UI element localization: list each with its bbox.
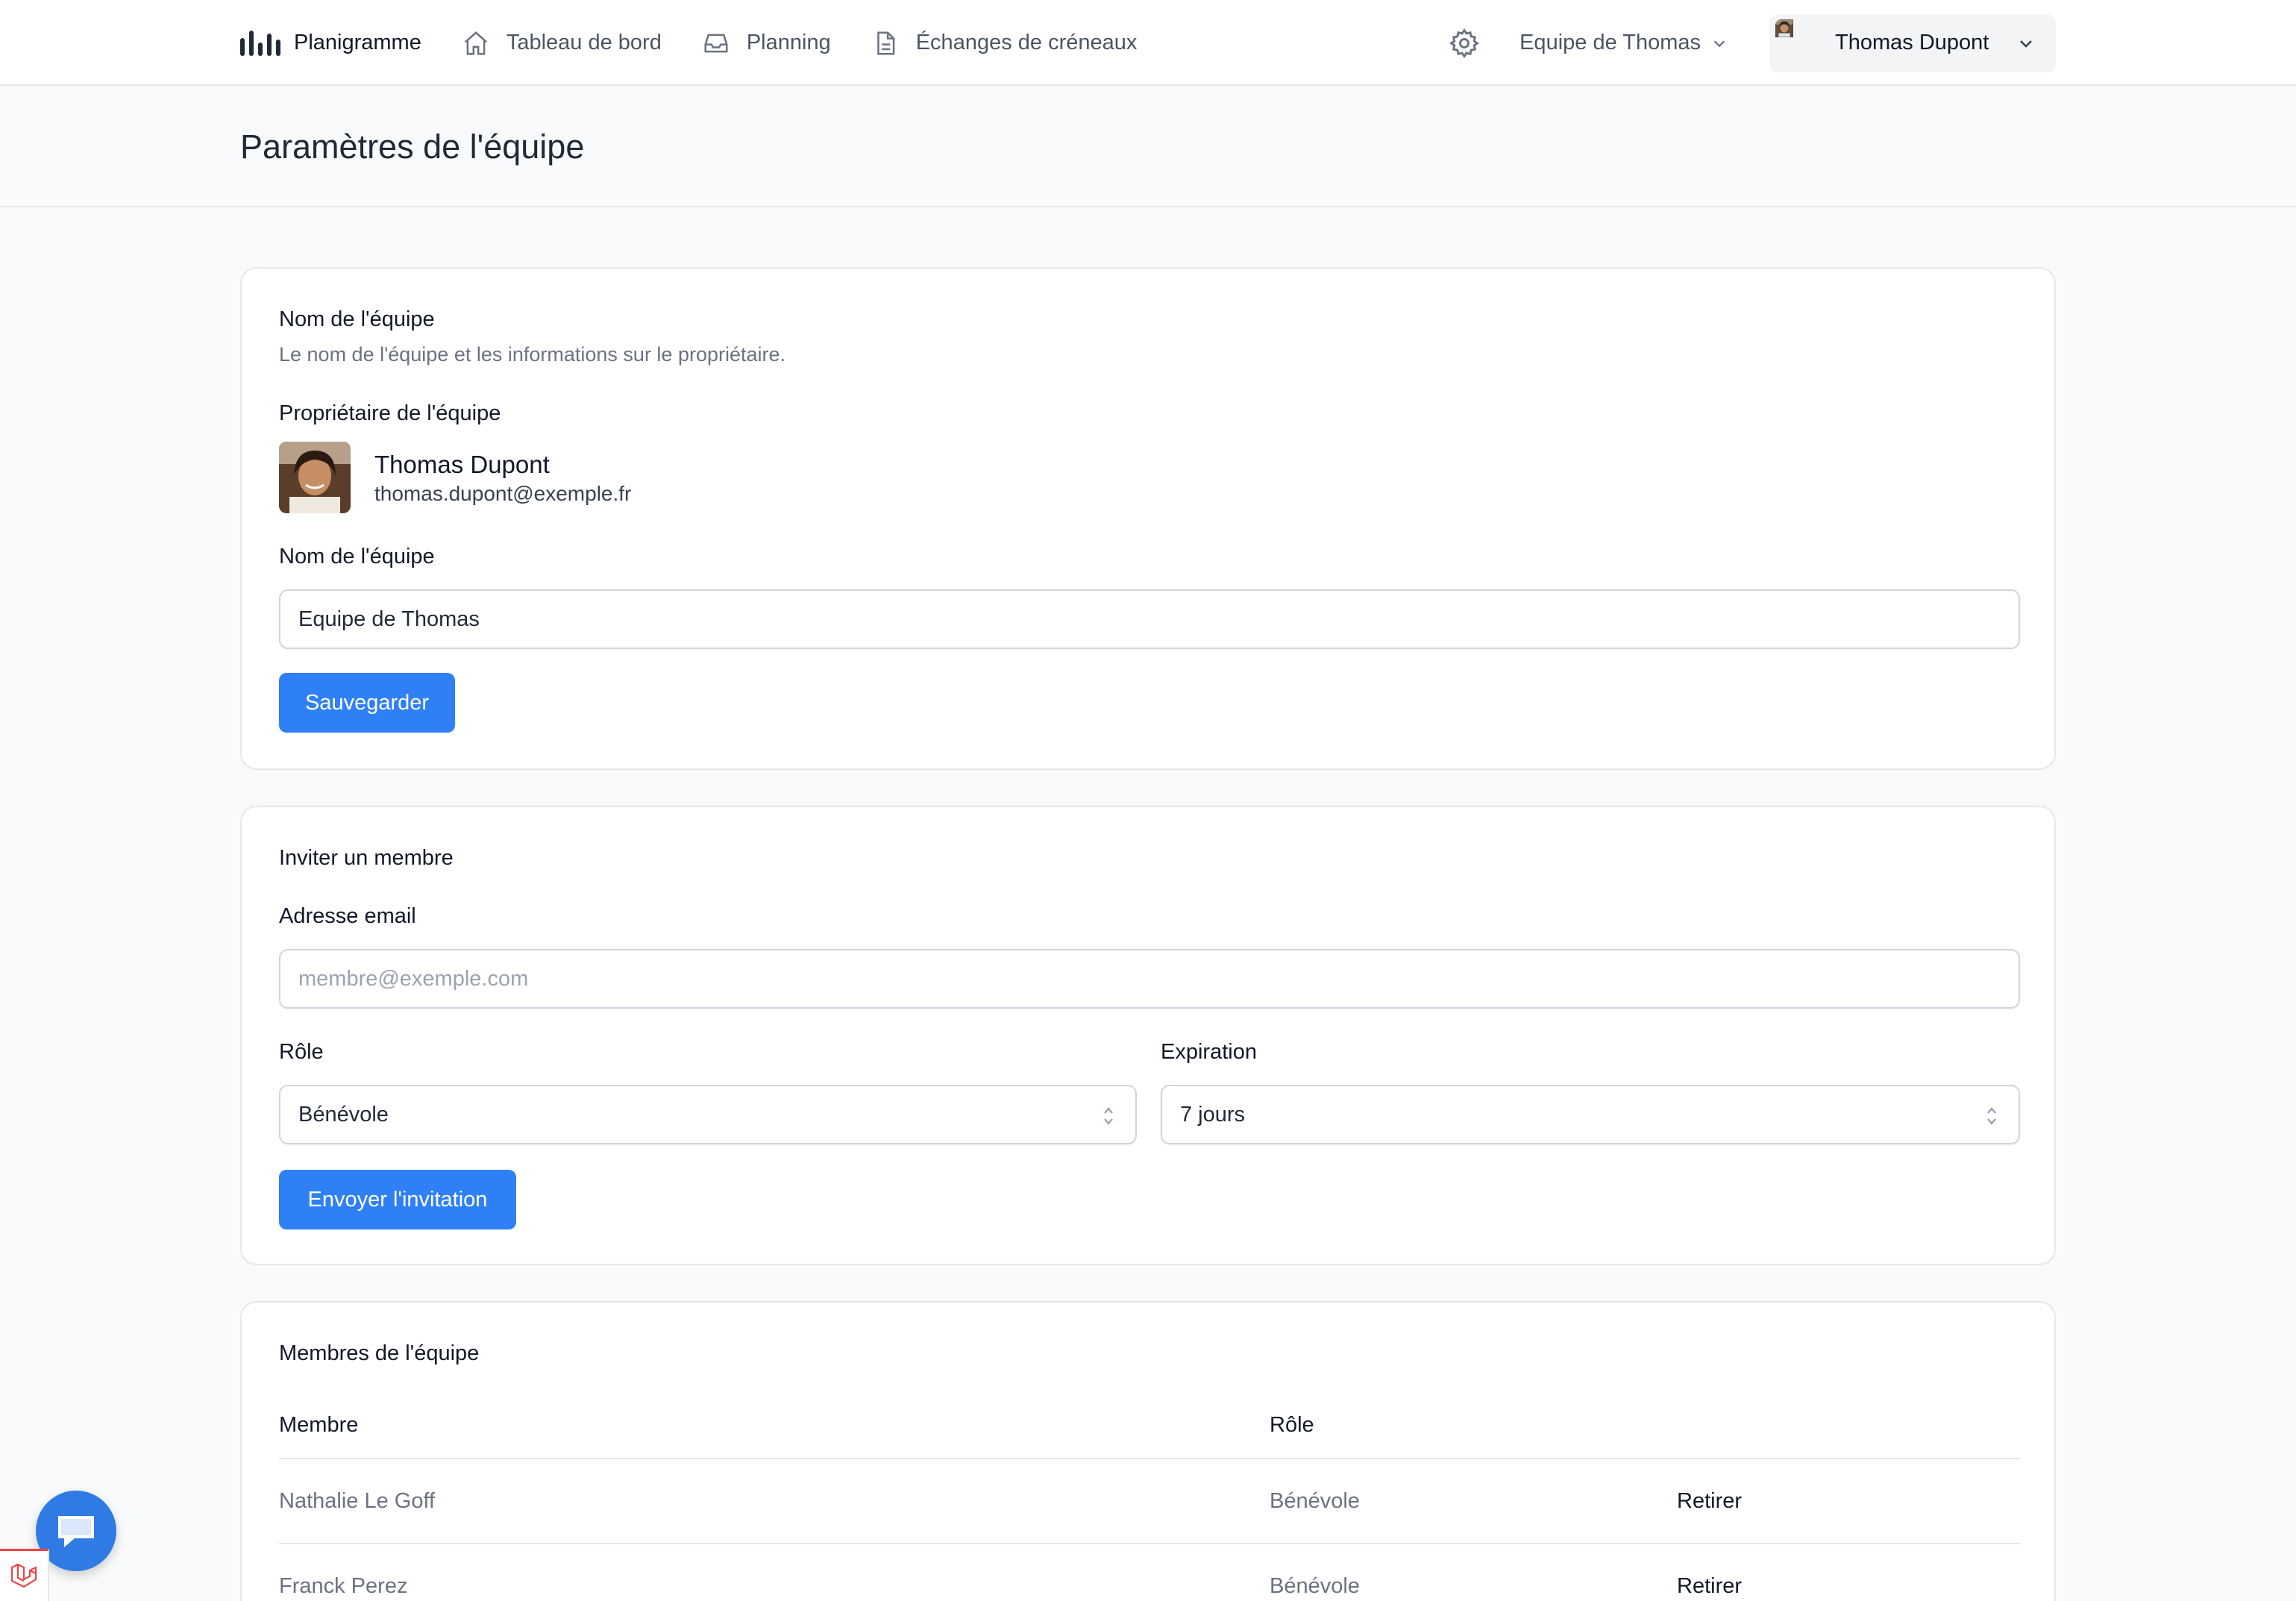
user-name: Thomas Dupont (1835, 31, 1989, 54)
home-icon (464, 31, 487, 55)
role-select-value: Bénévole (298, 1102, 389, 1127)
avatar (279, 442, 351, 513)
save-button[interactable]: Sauvegarder (279, 673, 455, 733)
owner-email: thomas.dupont@exemple.fr (374, 482, 632, 505)
member-role: Bénévole (1270, 1574, 1360, 1598)
section-description: Le nom de l'équipe et les informations s… (279, 343, 786, 366)
nav-link-planning[interactable]: Planning (702, 29, 831, 57)
section-title: Inviter un membre (279, 846, 454, 870)
member-role: Bénévole (1270, 1489, 1360, 1513)
logo-icon (240, 30, 280, 56)
page-title: Paramètres de l'équipe (240, 128, 585, 166)
email-label: Adresse email (279, 904, 416, 928)
brand-name: Planigramme (294, 31, 421, 54)
avatar (1775, 19, 1823, 67)
brand[interactable]: Planigramme (240, 30, 421, 56)
top-navigation: Planigramme Tableau de bord Planning Éch… (0, 0, 2296, 86)
nav-link-dashboard[interactable]: Tableau de bord (462, 29, 662, 57)
invite-member-card: Inviter un membre Adresse email membre@e… (240, 806, 2056, 1265)
document-icon (876, 31, 895, 55)
chat-icon (58, 1516, 94, 1547)
divider (279, 1458, 2020, 1459)
owner-label: Propriétaire de l'équipe (279, 401, 501, 425)
expiration-select[interactable]: 7 jours (1161, 1085, 2020, 1144)
column-header-member: Membre (279, 1413, 359, 1437)
laravel-icon (10, 1563, 37, 1588)
nav-link-label: Échanges de créneaux (915, 31, 1138, 54)
role-select[interactable]: Bénévole (279, 1085, 1137, 1144)
user-menu[interactable]: Thomas Dupont (1769, 13, 2056, 72)
remove-member-button[interactable]: Retirer (1677, 1489, 1742, 1514)
team-name-card: Nom de l'équipe Le nom de l'équipe et le… (240, 267, 2056, 770)
column-header-role: Rôle (1270, 1413, 1314, 1437)
send-invitation-button[interactable]: Envoyer l'invitation (279, 1170, 516, 1229)
expiration-label: Expiration (1161, 1040, 1257, 1064)
expiration-select-value: 7 jours (1180, 1102, 1246, 1127)
debugbar-toggle[interactable] (0, 1549, 49, 1601)
nav-link-label: Tableau de bord (506, 31, 662, 54)
team-switcher[interactable]: Equipe de Thomas (1519, 31, 1728, 55)
select-arrows-icon (1101, 1104, 1116, 1128)
nav-link-shift-swaps[interactable]: Échanges de créneaux (871, 29, 1138, 57)
team-switcher-label: Equipe de Thomas (1519, 31, 1701, 54)
team-members-card: Membres de l'équipe Membre Rôle Nathalie… (240, 1301, 2056, 1601)
member-name: Nathalie Le Goff (279, 1489, 436, 1513)
member-name: Franck Perez (279, 1574, 408, 1598)
chevron-down-icon (2020, 40, 2032, 48)
email-input[interactable]: membre@exemple.com (279, 949, 2020, 1009)
settings-button[interactable] (1448, 27, 1481, 60)
owner-name: Thomas Dupont (374, 451, 550, 478)
page-header: Paramètres de l'équipe (0, 86, 2296, 207)
chevron-down-icon (1713, 40, 1725, 47)
section-title: Nom de l'équipe (279, 307, 435, 331)
team-name-label: Nom de l'équipe (279, 545, 435, 568)
team-name-input[interactable]: Equipe de Thomas (279, 589, 2020, 649)
select-arrows-icon (1984, 1104, 1999, 1128)
role-label: Rôle (279, 1040, 324, 1064)
divider (279, 1543, 2020, 1544)
remove-member-button[interactable]: Retirer (1677, 1574, 1742, 1599)
nav-link-label: Planning (746, 31, 831, 54)
inbox-icon (704, 34, 728, 52)
gear-icon (1449, 28, 1480, 58)
section-title: Membres de l'équipe (279, 1341, 480, 1365)
